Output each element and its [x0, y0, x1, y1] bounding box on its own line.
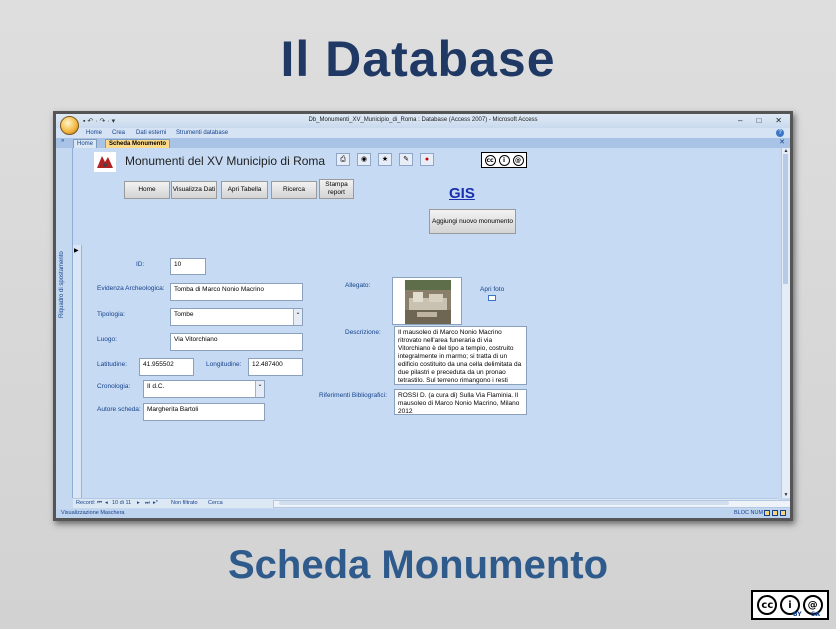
tipologia-label: Tipologia: — [97, 311, 125, 318]
ricerca-button[interactable]: Ricerca — [271, 181, 317, 199]
record-position-field[interactable]: 10 di 11 — [112, 500, 131, 506]
tab-home[interactable]: Home — [73, 139, 98, 148]
first-record-icon[interactable]: ⏮ — [97, 500, 102, 507]
visualizza-dati-button[interactable]: Visualizza Dati — [171, 181, 217, 199]
chevron-down-icon[interactable]: ⌄ — [293, 309, 302, 325]
ribbon-tab-crea[interactable]: Crea — [112, 130, 125, 136]
previous-record-icon[interactable]: ◂ — [105, 500, 108, 506]
gis-link[interactable]: GIS — [449, 185, 475, 202]
close-window-button[interactable]: ✕ — [775, 116, 782, 125]
allegato-label: Allegato: — [345, 282, 371, 289]
maximize-button[interactable]: □ — [756, 116, 761, 125]
record-selector[interactable]: ▶ — [73, 245, 82, 502]
nav-pane-toggle-icon[interactable]: » — [61, 138, 64, 144]
descrizione-label: Descrizione: — [345, 329, 381, 336]
layout-view-icon[interactable] — [772, 510, 778, 516]
ribbon-tab-home[interactable]: Home — [86, 130, 102, 136]
form-view-icon[interactable] — [764, 510, 770, 516]
riferimenti-field[interactable]: ROSSI D. (a cura di) Sulla Via Flaminia.… — [394, 389, 527, 415]
riferimenti-label: Riferimenti Bibliografici: — [319, 392, 387, 399]
last-record-icon[interactable]: ⏭ — [145, 500, 150, 507]
form-title: Monumenti del XV Municipio di Roma — [125, 154, 326, 168]
longitudine-field[interactable]: 12.487400 — [248, 358, 303, 376]
status-view-label: Visualizzazione Maschera — [61, 510, 125, 516]
edit-icon[interactable]: ✎ — [399, 153, 413, 166]
stampa-report-button[interactable]: Stampa report — [319, 179, 354, 199]
current-record-icon: ▶ — [74, 248, 79, 254]
scroll-down-icon[interactable]: ▼ — [782, 492, 790, 498]
horizontal-scrollbar[interactable] — [273, 500, 790, 508]
id-label: ID: — [136, 261, 145, 268]
luogo-label: Luogo: — [97, 336, 117, 343]
allegato-photo[interactable] — [392, 277, 462, 325]
cc-license-icon: cc i @ — [481, 152, 527, 168]
help-icon[interactable]: ? — [776, 129, 784, 137]
cc-sa-icon: @ — [512, 154, 524, 166]
longitudine-label: Longitudine: — [206, 361, 242, 368]
office-button-icon[interactable] — [60, 116, 79, 135]
new-record-nav-icon[interactable]: ▸* — [153, 500, 158, 506]
cc-by-icon: i — [498, 154, 510, 166]
chevron-down-icon[interactable]: ⌄ — [255, 381, 264, 397]
aggiungi-monumento-button[interactable]: Aggiungi nuovo monumento — [429, 209, 516, 234]
tab-scheda-monumento[interactable]: Scheda Monumento — [105, 139, 171, 148]
apri-foto-button[interactable] — [488, 295, 496, 301]
descrizione-field[interactable]: Il mausoleo di Marco Nonio Macrino ritro… — [394, 326, 527, 385]
cc-circle-icon: cc — [484, 154, 496, 166]
record-navigation-bar: Record: ⏮ ◂ 10 di 11 ▸ ⏭ ▸* Non filtrato… — [73, 498, 790, 508]
design-view-icon[interactable] — [780, 510, 786, 516]
navigation-pane[interactable]: Riquadro di spostamento — [56, 148, 73, 498]
municipio-logo-icon — [94, 152, 116, 172]
tipologia-value: Tombe — [174, 311, 194, 318]
autore-field[interactable]: Margherita Bartoli — [143, 403, 265, 421]
slide-background: Il Database ▪ ↶ · ↷ · ▾ Db_Monumenti_XV_… — [0, 0, 836, 629]
minimize-button[interactable]: – — [738, 116, 742, 125]
cc-circle-icon: cc — [757, 595, 778, 615]
evidenza-field[interactable]: Tomba di Marco Nonio Macrino — [170, 283, 303, 301]
status-bar: Visualizzazione Maschera BLOC NUM — [56, 509, 790, 518]
filter-status[interactable]: Non filtrato — [171, 500, 198, 506]
apri-tabella-button[interactable]: Apri Tabella — [221, 181, 268, 199]
next-record-icon[interactable]: ▸ — [137, 500, 140, 506]
luogo-field[interactable]: Via Vitorchiano — [170, 333, 303, 351]
stop-icon[interactable]: ● — [420, 153, 434, 166]
cronologia-value: II d.C. — [147, 383, 165, 390]
cronologia-select[interactable]: II d.C. ⌄ — [143, 380, 265, 398]
ribbon-tab-strumenti-database[interactable]: Strumenti database — [176, 130, 228, 136]
slide-title: Il Database — [280, 31, 556, 87]
search-box[interactable]: Cerca — [208, 500, 223, 506]
new-record-icon[interactable]: ★ — [378, 153, 392, 166]
printer-icon[interactable]: ⎙ — [336, 153, 350, 166]
cc-by-sa-badge: cc i @ BY SA — [751, 590, 829, 620]
vertical-scrollbar[interactable]: ▲ ▼ — [781, 148, 790, 498]
evidenza-label: Evidenza Archeologica: — [97, 285, 165, 292]
window-title: Db_Monumenti_XV_Municipio_di_Roma : Data… — [308, 117, 538, 123]
autore-label: Autore scheda: — [97, 406, 141, 413]
apri-foto-label: Apri foto — [480, 286, 505, 293]
latitudine-label: Latitudine: — [97, 361, 127, 368]
cc-by-label: BY — [793, 611, 802, 618]
tipologia-select[interactable]: Tombe ⌄ — [170, 308, 303, 326]
cc-sa-label: SA — [811, 611, 820, 618]
title-bar: ▪ ↶ · ↷ · ▾ Db_Monumenti_XV_Municipio_di… — [56, 114, 790, 128]
scroll-thumb[interactable] — [783, 154, 788, 284]
cronologia-label: Cronologia: — [97, 383, 131, 390]
document-tabs: » Home Scheda Monumento ✕ — [56, 138, 790, 148]
window-controls: – □ ✕ — [738, 116, 782, 125]
save-icon[interactable]: ◉ — [357, 153, 371, 166]
record-label: Record: — [76, 500, 96, 506]
horizontal-scroll-thumb[interactable] — [279, 501, 729, 505]
id-field[interactable]: 10 — [170, 258, 206, 275]
ribbon-tab-dati-esterni[interactable]: Dati esterni — [136, 130, 166, 136]
ribbon-tabs: Home Crea Dati esterni Strumenti databas… — [56, 128, 790, 138]
home-button[interactable]: Home — [124, 181, 170, 199]
status-num-lock: BLOC NUM — [734, 510, 764, 516]
slide-subtitle: Scheda Monumento — [227, 543, 609, 587]
view-switcher — [764, 510, 786, 516]
latitudine-field[interactable]: 41.955502 — [139, 358, 194, 376]
monument-photo-icon — [405, 280, 451, 324]
close-tab-icon[interactable]: ✕ — [779, 138, 785, 146]
navigation-pane-label: Riquadro di spostamento — [59, 251, 65, 318]
